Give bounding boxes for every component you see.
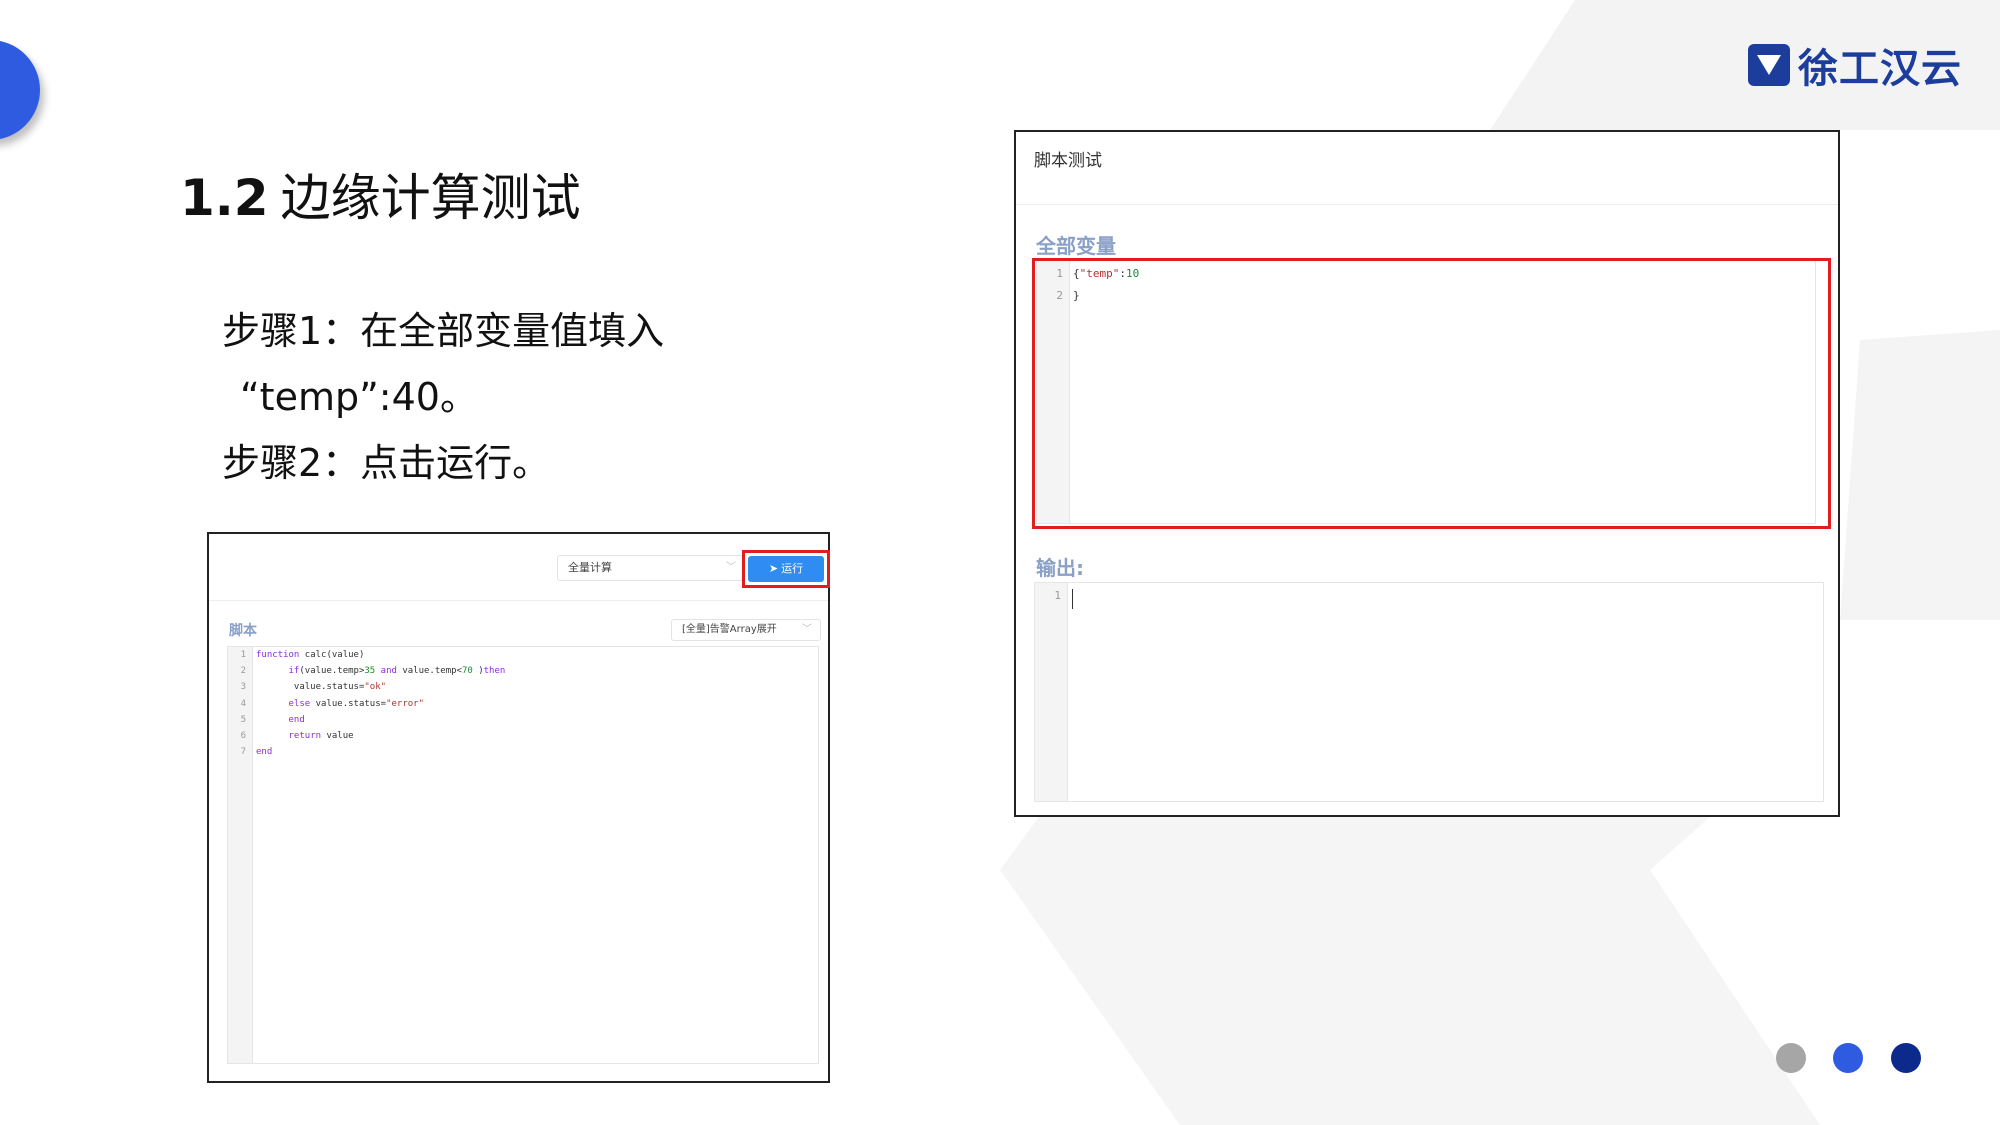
line-number: 1 [1054, 589, 1061, 602]
run-button[interactable]: ➤ 运行 [748, 556, 824, 582]
script-toolbar: 全量计算 ﹀ ➤ 运行 [209, 534, 830, 601]
step-line-3: 步骤2：点击运行。 [222, 441, 551, 485]
pager-dot-3[interactable] [1891, 1043, 1921, 1073]
chevron-down-icon: ﹀ [726, 562, 736, 573]
line-number: 7 [240, 747, 246, 758]
script-code-editor[interactable]: 1 function calc(value) 2 if(value.temp>35 … [227, 646, 819, 1064]
script-label: 脚本 [229, 623, 257, 639]
output-editor[interactable]: 1 [1034, 582, 1824, 802]
code-line: else value.status="error" [288, 698, 424, 709]
code-line: if(value.temp>35 and value.temp<70 )then [288, 666, 506, 677]
send-icon: ➤ [768, 563, 779, 575]
script-test-screenshot: 脚本测试 全部变量 1 {"temp":10 2} 输出: 1 [1014, 130, 1840, 817]
text-cursor [1072, 589, 1073, 609]
run-button-highlight: ➤ 运行 [742, 550, 830, 588]
pager-dot-2[interactable] [1833, 1043, 1863, 1073]
script-template-select[interactable]: [全量]告警Array展开 ﹀ [671, 619, 821, 641]
test-panel-title: 脚本测试 [1034, 151, 1102, 171]
slide-title: 1.2 边缘计算测试 [180, 158, 581, 230]
line-number: 1 [240, 650, 246, 660]
code-line: return value [288, 731, 354, 741]
step-line-1: 步骤1：在全部变量值填入 [222, 309, 665, 353]
script-editor-screenshot: 全量计算 ﹀ ➤ 运行 脚本 [全量]告警Array展开 ﹀ 1 function… [207, 532, 830, 1083]
title-number: 1.2 [180, 169, 269, 227]
brand-logo: 徐工汉云 [1748, 36, 1962, 94]
compute-mode-select[interactable]: 全量计算 ﹀ [557, 555, 745, 581]
vars-label: 全部变量 [1036, 234, 1116, 258]
output-label: 输出: [1036, 556, 1084, 580]
title-text: 边缘计算测试 [280, 169, 581, 227]
code-line: function calc(value) [256, 650, 365, 660]
line-number-gutter [1035, 583, 1068, 801]
logo-mark-icon [1748, 44, 1790, 86]
line-number: 2 [240, 666, 246, 677]
logo-text: 徐工汉云 [1798, 46, 1962, 92]
code-line: end [288, 714, 305, 725]
pager-dot-1[interactable] [1776, 1043, 1806, 1073]
instruction-steps: 步骤1：在全部变量值填入 “temp”:40。 步骤2：点击运行。 [222, 298, 664, 496]
chevron-down-icon: ﹀ [802, 624, 812, 635]
script-template-value: [全量]告警Array展开 [682, 624, 777, 635]
step-line-2: “temp”:40。 [240, 375, 478, 419]
code-line: end [256, 747, 273, 758]
line-number: 3 [240, 682, 246, 693]
line-number-gutter [228, 647, 253, 1063]
line-number: 4 [240, 698, 246, 709]
line-number: 6 [240, 731, 246, 741]
vars-editor-highlight [1032, 258, 1831, 529]
compute-mode-value: 全量计算 [568, 561, 612, 574]
divider [1016, 204, 1838, 205]
run-button-label: 运行 [781, 563, 804, 575]
code-line: value.status="ok" [256, 682, 387, 693]
line-number: 5 [240, 714, 246, 725]
